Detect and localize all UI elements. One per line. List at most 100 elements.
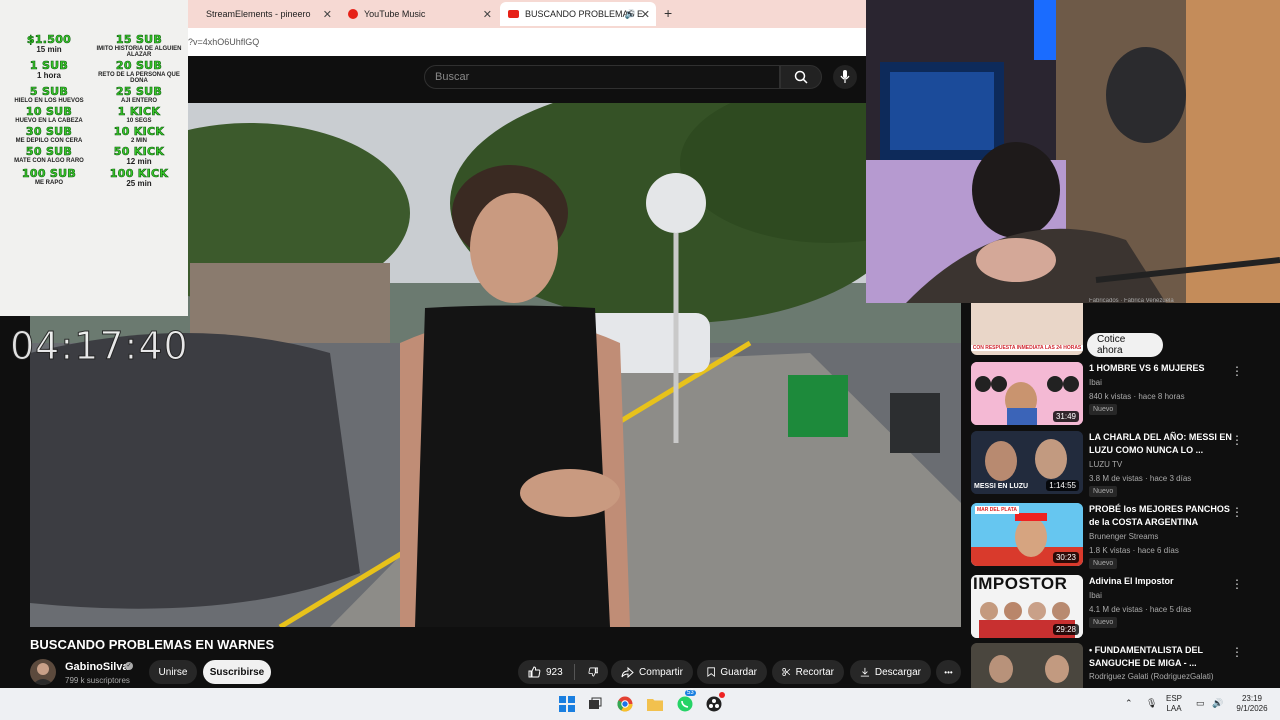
download-label: Descargar (874, 666, 921, 678)
duration-badge: 29:28 (1052, 624, 1079, 635)
goal-amount: 50 SUB (25, 145, 73, 158)
recommendation-title[interactable]: PROBÉ los MEJORES PANCHOS de la COSTA AR… (1089, 503, 1239, 529)
join-button[interactable]: Unirse (149, 660, 197, 684)
like-button[interactable]: 923 (528, 666, 563, 678)
search-input[interactable]: Buscar (424, 65, 780, 89)
task-view-icon (589, 697, 602, 709)
video-thumbnail[interactable]: 31:49 (971, 362, 1083, 425)
more-vert-icon[interactable]: ⋮ (1231, 433, 1243, 447)
voice-search-button[interactable] (833, 65, 857, 89)
language-indicator[interactable]: ESP LAA (1166, 694, 1182, 714)
thumbs-down-icon[interactable] (588, 666, 599, 678)
subscribe-button[interactable]: Suscribirse (203, 660, 271, 684)
obs-icon (706, 696, 722, 712)
video-thumbnail[interactable]: MESSI EN LUZU 1:14:55 (971, 431, 1083, 494)
recommendation-title[interactable]: • FUNDAMENTALISTA DEL SANGUCHE DE MIGA -… (1089, 644, 1239, 670)
goal-reward: IMITO HISTORIA DE ALGUIEN ALAZAR (96, 46, 182, 58)
goal-item: 50 KICK 12 min (96, 146, 182, 166)
recommendation-item[interactable]: IMPOSTOR 29:28 Adivina El Impostor Ibai … (971, 575, 1271, 641)
new-tab-button[interactable]: + (664, 5, 672, 21)
recommendation-channel[interactable]: Brunenger Streams (1089, 532, 1158, 541)
goal-reward: RETO DE LA PERSONA QUE DONA (98, 72, 180, 84)
volume-icon[interactable]: 🔊 (1212, 698, 1223, 708)
chrome-button[interactable] (615, 694, 635, 714)
new-badge: Nuevo (1089, 617, 1118, 628)
whatsapp-button[interactable]: 53 (675, 690, 696, 714)
video-thumbnail[interactable] (971, 643, 1083, 688)
close-icon[interactable]: ✕ (641, 8, 650, 21)
recommendation-meta: 3.8 M de vistas · hace 3 días (1089, 474, 1192, 483)
more-icon: ••• (944, 667, 953, 677)
channel-name[interactable]: GabinoSilva (65, 661, 129, 673)
goal-amount: 1 KICK (117, 105, 161, 118)
recommendation-title[interactable]: Adivina El Impostor (1089, 575, 1239, 588)
close-icon[interactable]: ✕ (483, 8, 492, 21)
goal-amount: 10 SUB (25, 105, 73, 118)
microphone-icon (840, 70, 850, 83)
video-thumbnail[interactable]: MAR DEL PLATA 30:23 (971, 503, 1083, 566)
download-button[interactable]: Descargar (850, 660, 931, 684)
recommendation-item[interactable]: 31:49 1 HOMBRE VS 6 MUJERES Ibai 840 k v… (971, 362, 1271, 428)
video-title: BUSCANDO PROBLEMAS EN WARNES (30, 637, 275, 652)
more-vert-icon[interactable]: ⋮ (1231, 364, 1243, 378)
windows-icon (559, 696, 575, 712)
recommendation-item[interactable]: MAR DEL PLATA 30:23 PROBÉ los MEJORES PA… (971, 503, 1271, 569)
tab-youtube-music[interactable]: YouTube Music ✕ (340, 2, 498, 26)
ad-top-text: Fabricados · Fábrica Venezuela (1089, 298, 1174, 304)
share-button[interactable]: Compartir (611, 660, 693, 684)
tab-video[interactable]: BUSCANDO PROBLEMAS E 🔊 ✕ (500, 2, 656, 26)
tab-streamelements[interactable]: StreamElements - pineero ✕ (188, 2, 338, 26)
recommendation-channel[interactable]: Rodriguez Galati (RodriguezGalati) (1089, 672, 1214, 681)
more-actions-button[interactable]: ••• (936, 660, 961, 684)
goal-reward: ME RAPO (34, 180, 63, 186)
thumbnail-text: MAR DEL PLATA (975, 506, 1019, 514)
join-label: Unirse (158, 666, 188, 678)
goal-amount: 100 KICK (109, 167, 169, 180)
save-button[interactable]: Guardar (697, 660, 767, 684)
recommendation-channel[interactable]: Ibai (1089, 591, 1102, 600)
youtube-icon (508, 10, 519, 18)
speaker-icon[interactable]: 🔊 (625, 9, 636, 20)
clip-button[interactable]: Recortar (772, 660, 844, 684)
recommendation-channel[interactable]: LUZU TV (1089, 460, 1122, 469)
more-vert-icon[interactable]: ⋮ (1231, 505, 1243, 519)
windows-taskbar: 53 ⌃ 🎙 ESP LAA ▭ 🔊 23:19 9/1/2026 (0, 688, 1280, 720)
goal-item: 20 SUB RETO DE LA PERSONA QUE DONA (96, 60, 182, 84)
task-view-button[interactable] (585, 694, 605, 714)
recommendation-item[interactable]: MESSI EN LUZU 1:14:55 LA CHARLA DEL AÑO:… (971, 431, 1271, 497)
recommendation-channel[interactable]: Ibai (1089, 378, 1102, 387)
whatsapp-icon (677, 696, 693, 712)
goal-reward: 2 MIN (130, 138, 147, 144)
scissors-icon (782, 668, 791, 676)
recommendation-title[interactable]: 1 HOMBRE VS 6 MUJERES (1089, 362, 1239, 375)
search-button[interactable] (780, 65, 822, 89)
start-button[interactable] (557, 694, 577, 714)
goal-reward: 12 min (126, 157, 152, 166)
ad-thumbnail[interactable]: CON RESPUESTA INMEDIATA LAS 24 HORAS (971, 303, 1083, 355)
ad-cta-button[interactable]: Cotice ahora (1087, 333, 1163, 357)
more-vert-icon[interactable]: ⋮ (1231, 645, 1243, 659)
recommendation-title[interactable]: LA CHARLA DEL AÑO: MESSI EN LUZU COMO NU… (1089, 431, 1239, 457)
obs-button[interactable] (704, 692, 725, 714)
more-vert-icon[interactable]: ⋮ (1231, 577, 1243, 591)
file-explorer-button[interactable] (645, 694, 665, 714)
stream-timer: 04:17:40 (10, 324, 189, 369)
recommendation-meta: 4.1 M de vistas · hace 5 días (1089, 605, 1192, 614)
donation-goals-overlay: $1.500 15 min 15 SUB IMITO HISTORIA DE ALG… (0, 0, 188, 316)
video-thumbnail[interactable]: IMPOSTOR 29:28 (971, 575, 1083, 638)
recommendation-meta: 840 k vistas · hace 8 horas (1089, 392, 1185, 401)
avatar[interactable] (30, 659, 56, 685)
clock-time: 23:19 (1241, 694, 1263, 703)
subscribe-label: Suscribirse (209, 666, 265, 678)
recommendation-item[interactable]: • FUNDAMENTALISTA DEL SANGUCHE DE MIGA -… (971, 643, 1271, 688)
network-icon[interactable]: ▭ (1196, 698, 1205, 708)
address-bar[interactable]: ?v=4xhO6UhflGQ (188, 28, 866, 56)
close-icon[interactable]: ✕ (323, 8, 332, 21)
clock[interactable]: 23:19 9/1/2026 (1232, 694, 1272, 714)
microphone-icon[interactable]: 🎙 (1146, 698, 1157, 708)
goal-item: 10 SUB HUEVO EN LA CABEZA (6, 106, 92, 124)
recommendation-meta: 1.8 K vistas · hace 6 días (1089, 546, 1179, 555)
like-count: 923 (546, 666, 563, 678)
chevron-up-icon[interactable]: ⌃ (1125, 698, 1133, 708)
url-text: ?v=4xhO6UhflGQ (188, 37, 260, 47)
